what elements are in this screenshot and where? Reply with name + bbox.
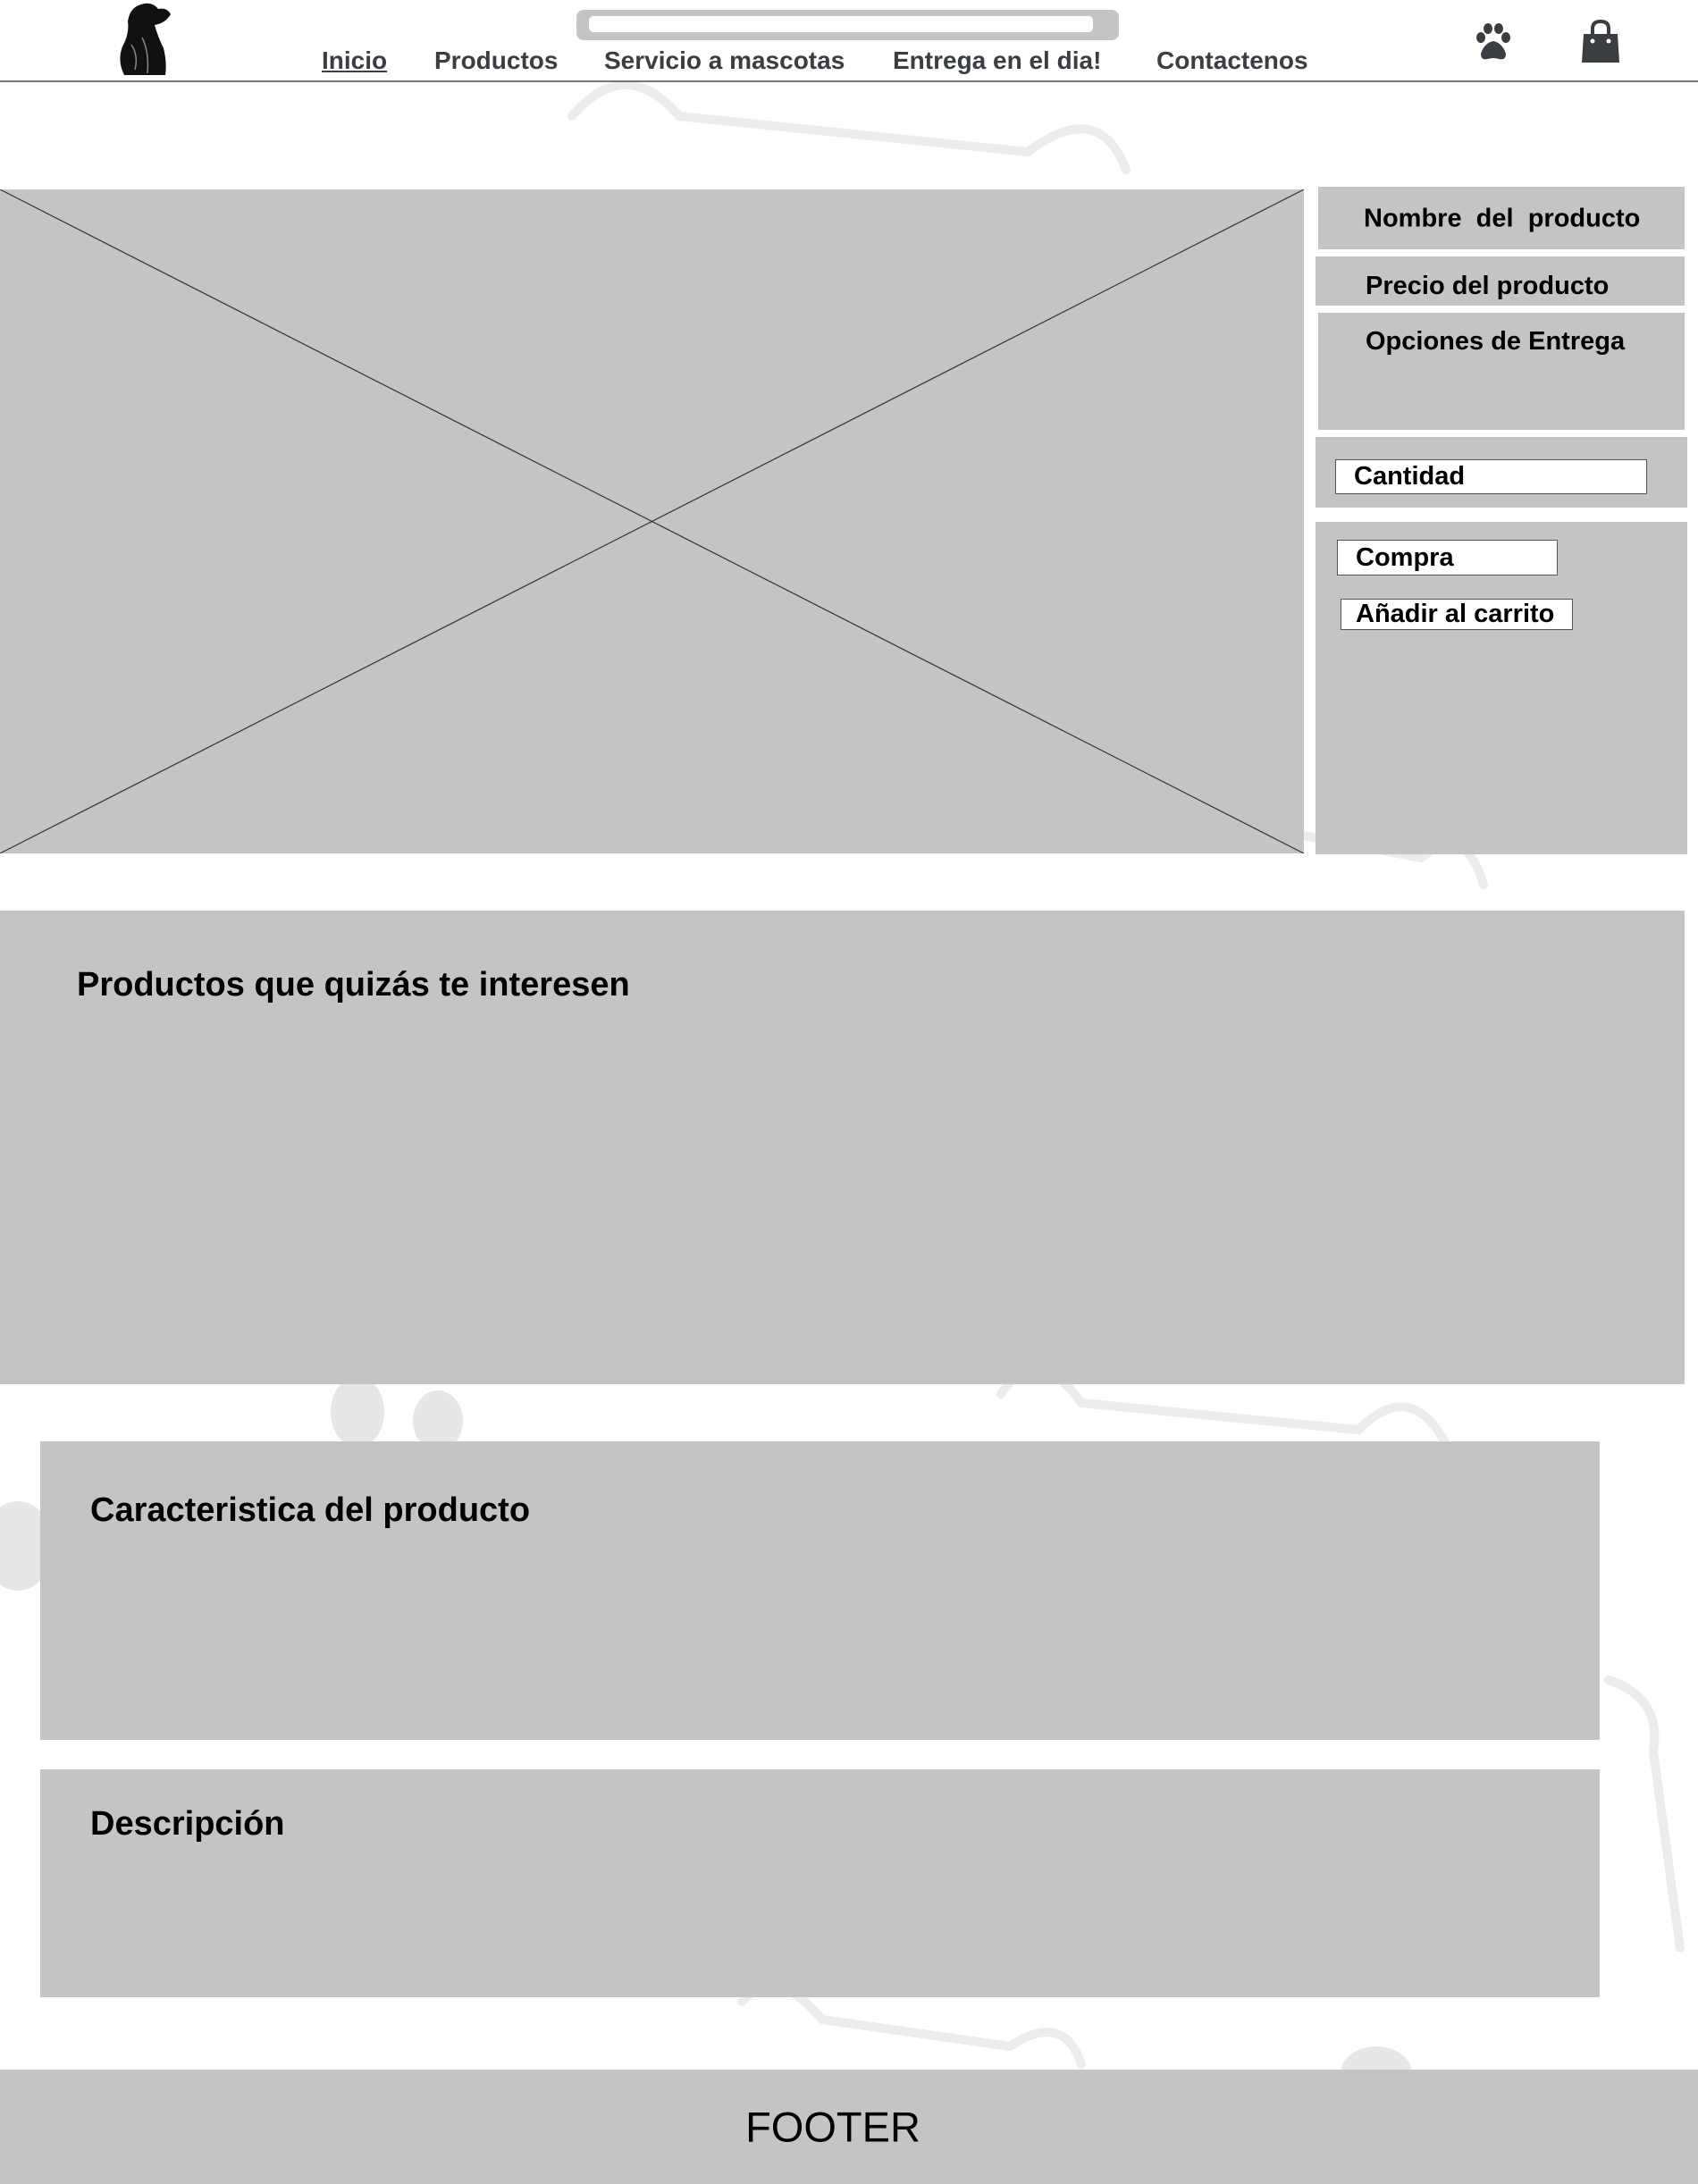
product-name-box: Nombre del producto (1318, 187, 1685, 249)
footer: FOOTER (0, 2070, 1698, 2184)
product-price: Precio del producto (1366, 272, 1610, 300)
search-input[interactable] (589, 16, 1093, 32)
logo[interactable] (112, 2, 176, 75)
related-products-title: Productos que quizás te interesen (77, 966, 630, 1004)
delivery-options: Opciones de Entrega (1366, 327, 1626, 356)
nav-servicio-mascotas[interactable]: Servicio a mascotas (604, 46, 845, 75)
paw-icon[interactable] (1474, 23, 1513, 65)
nav-contactenos[interactable]: Contactenos (1156, 46, 1308, 75)
search-bar[interactable] (576, 10, 1119, 40)
product-image-placeholder (0, 189, 1305, 854)
add-to-cart-button[interactable]: Añadir al carrito (1341, 599, 1573, 630)
features-section: Caracteristica del producto (40, 1441, 1600, 1740)
product-price-box: Precio del producto (1316, 256, 1685, 306)
footer-label: FOOTER (745, 2103, 920, 2151)
description-title: Descripción (90, 1805, 285, 1843)
header-divider (0, 80, 1698, 82)
nav-inicio[interactable]: Inicio (322, 46, 387, 75)
quantity-box: Cantidad (1316, 437, 1687, 508)
nav-entrega-dia[interactable]: Entrega en el dia! (893, 46, 1101, 75)
description-section: Descripción (40, 1769, 1600, 1997)
buy-button[interactable]: Compra (1337, 540, 1558, 575)
delivery-options-box[interactable]: Opciones de Entrega (1318, 313, 1685, 430)
shopping-bag-icon[interactable] (1580, 19, 1621, 69)
image-placeholder-cross-icon (0, 189, 1305, 854)
dog-logo-icon (120, 3, 171, 75)
features-title: Caracteristica del producto (90, 1491, 531, 1529)
product-name: Nombre del producto (1364, 204, 1641, 233)
related-products-section: Productos que quizás te interesen (0, 911, 1685, 1384)
quantity-input[interactable]: Cantidad (1335, 459, 1647, 494)
nav-productos[interactable]: Productos (434, 46, 558, 75)
purchase-box: Compra Añadir al carrito (1316, 522, 1687, 854)
